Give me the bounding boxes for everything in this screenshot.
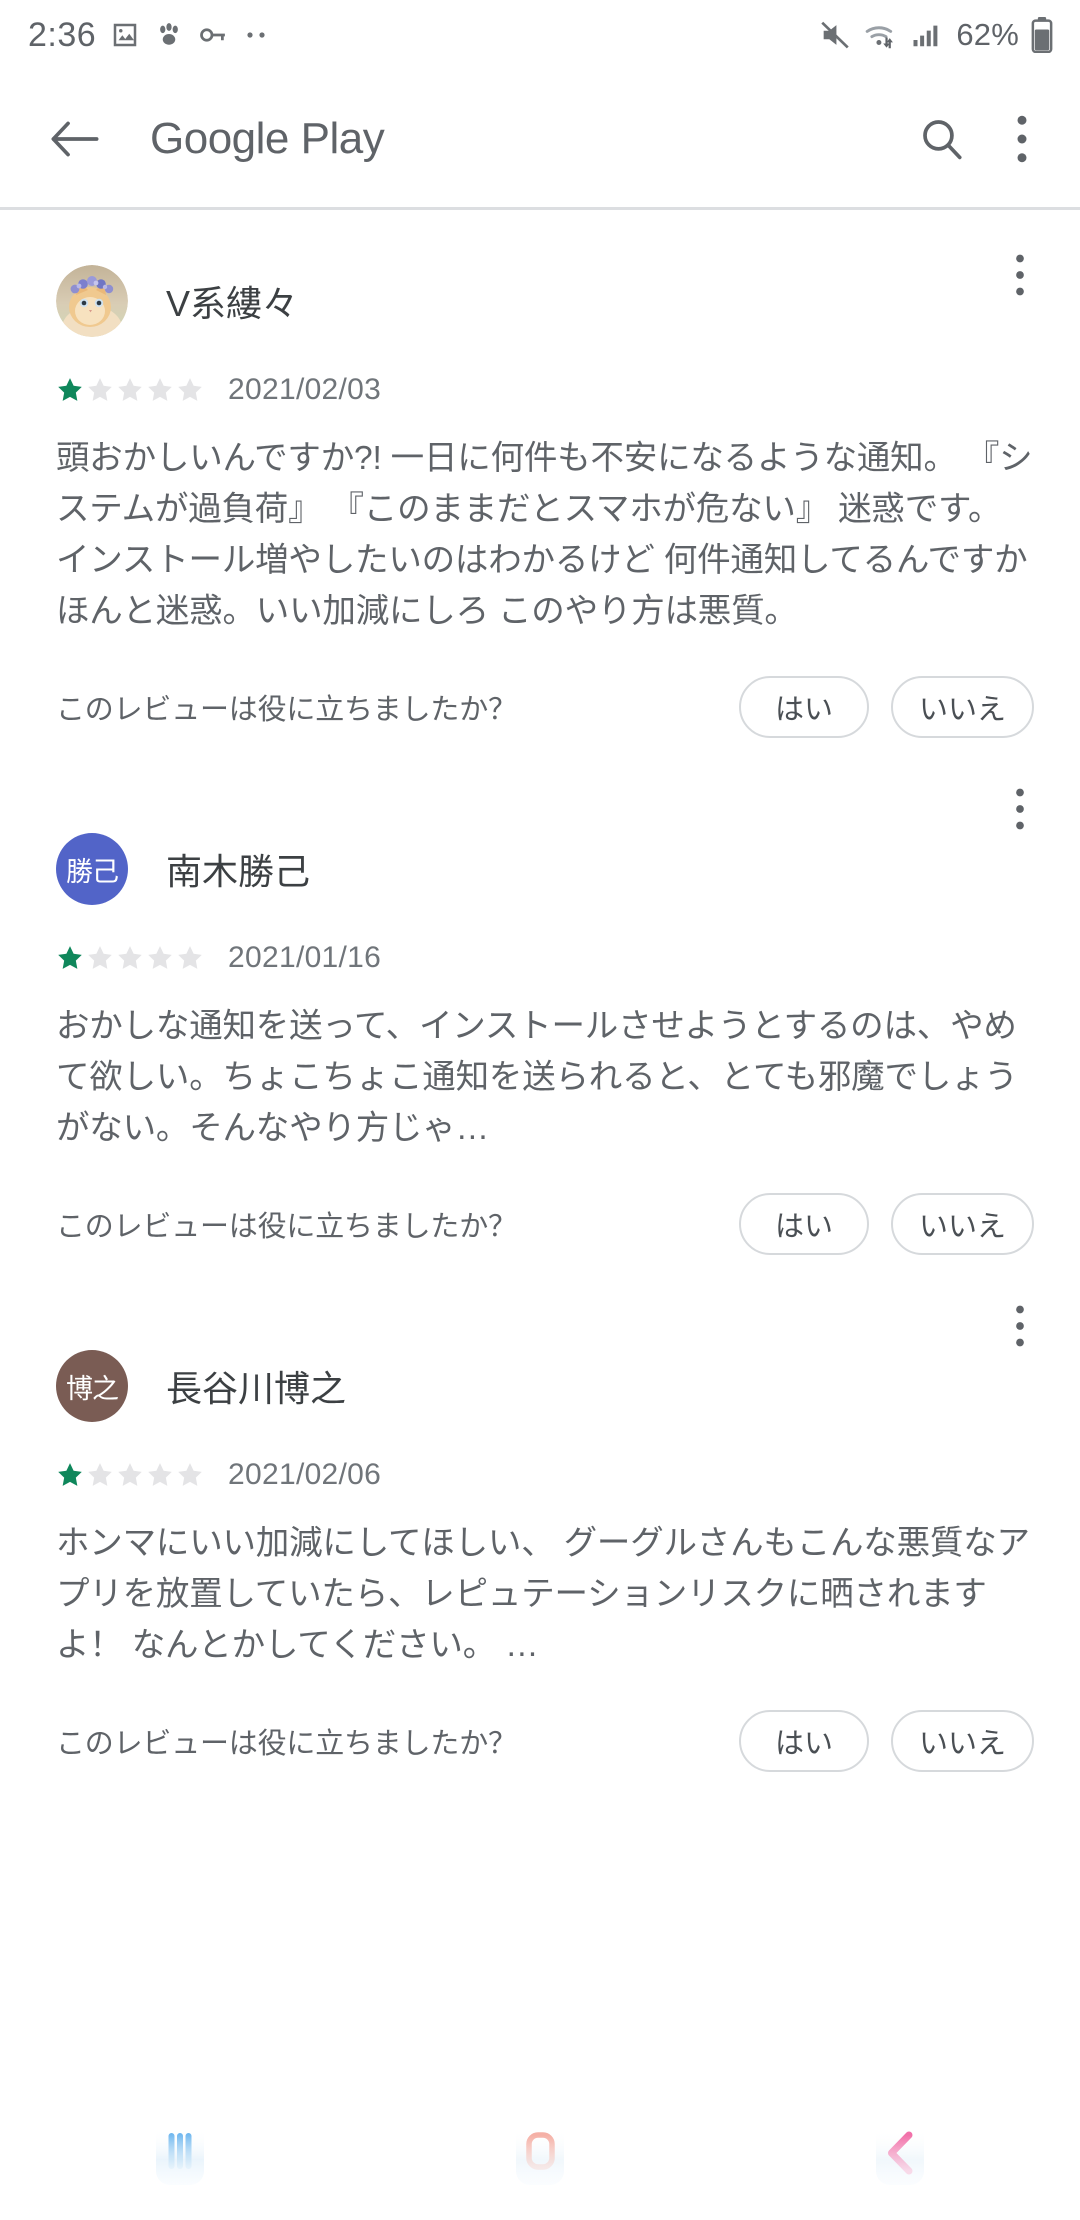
star-rating bbox=[56, 376, 204, 404]
star-filled-icon bbox=[58, 1463, 82, 1486]
star-empty-icon bbox=[88, 378, 112, 401]
review-text: 頭おかしいんですか?! 一日に何件も不安になるような通知。 『システムが過負荷』… bbox=[56, 440, 1037, 630]
status-bar: 2:36 62% bbox=[0, 0, 1080, 70]
overflow-menu-icon bbox=[1014, 787, 1026, 831]
back-arrow-icon bbox=[49, 119, 101, 159]
star-rating bbox=[56, 944, 204, 972]
review-overflow-button[interactable] bbox=[990, 1296, 1050, 1356]
review-header: 勝己 南木勝己 bbox=[28, 788, 1052, 929]
review-author: 南木勝己 bbox=[166, 851, 311, 892]
status-clock: 2:36 bbox=[28, 15, 97, 54]
review-item: V系縷々 2021/02/03 頭おかしいんですか?! 一日に何件も不安になるよ… bbox=[0, 213, 1080, 747]
mute-icon bbox=[818, 18, 852, 52]
overflow-menu-icon bbox=[1015, 114, 1029, 164]
review-meta: 2021/02/06 bbox=[28, 1446, 1052, 1504]
back-button-nav[interactable] bbox=[720, 2109, 1080, 2205]
review-date: 2021/01/16 bbox=[228, 941, 382, 974]
star-rating bbox=[56, 1461, 204, 1489]
back-button[interactable] bbox=[40, 104, 110, 174]
recents-button[interactable] bbox=[0, 2109, 360, 2205]
app-bar-overflow-button[interactable] bbox=[982, 99, 1062, 179]
review-helpful-row: このレビューは役に立ちましたか？ はい いいえ bbox=[28, 667, 1052, 747]
search-icon bbox=[919, 116, 965, 162]
star-empty-icon bbox=[88, 946, 112, 969]
helpful-no-button[interactable]: いいえ bbox=[890, 1193, 1034, 1255]
helpful-no-button[interactable]: いいえ bbox=[890, 676, 1034, 738]
battery-percent-label: 62% bbox=[956, 17, 1019, 52]
star-empty-icon bbox=[178, 1463, 202, 1486]
helpful-yes-button[interactable]: はい bbox=[738, 1193, 869, 1255]
review-overflow-button[interactable] bbox=[990, 779, 1050, 839]
helpful-question: このレビューは役に立ちましたか？ bbox=[56, 694, 517, 726]
helpful-no-button[interactable]: いいえ bbox=[890, 1710, 1034, 1772]
more-dots-icon bbox=[242, 29, 272, 41]
review-helpful-row: このレビューは役に立ちましたか？ はい いいえ bbox=[28, 1701, 1052, 1781]
star-empty-icon bbox=[178, 378, 202, 401]
review-header: V系縷々 bbox=[28, 241, 1052, 361]
review-list: V系縷々 2021/02/03 頭おかしいんですか?! 一日に何件も不安になるよ… bbox=[0, 213, 1080, 1781]
review-date: 2021/02/06 bbox=[228, 1458, 382, 1491]
avatar-cat-photo bbox=[56, 265, 128, 337]
search-button[interactable] bbox=[902, 99, 982, 179]
avatar-initials: 博之 bbox=[66, 1373, 119, 1404]
star-empty-icon bbox=[148, 1463, 172, 1486]
signal-icon bbox=[910, 20, 942, 50]
star-empty-icon bbox=[178, 946, 202, 969]
helpful-question: このレビューは役に立ちましたか？ bbox=[56, 1211, 517, 1243]
app-bar: Google Play bbox=[0, 70, 1080, 210]
status-bar-right: 62% bbox=[818, 17, 1054, 53]
review-text: おかしな通知を送って、インストールさせようとするのは、やめて欲しい。ちょこちょこ… bbox=[56, 1008, 1018, 1147]
review-text: ホンマにいい加減にしてほしい、 グーグルさんもこんな悪質なアプリを放置していたら… bbox=[56, 1525, 1030, 1664]
star-empty-icon bbox=[88, 1463, 112, 1486]
review-date: 2021/02/03 bbox=[228, 373, 382, 406]
key-icon bbox=[198, 20, 228, 50]
navigation-bar bbox=[0, 2094, 1080, 2220]
helpful-buttons: はい いいえ bbox=[738, 1193, 1034, 1255]
overflow-menu-icon bbox=[1014, 253, 1026, 297]
helpful-buttons: はい いいえ bbox=[738, 676, 1034, 738]
avatar-initials: 勝己 bbox=[66, 856, 119, 887]
star-empty-icon bbox=[118, 1463, 142, 1486]
review-item: 勝己 南木勝己 2021/01/16 おかしな通知を送って、インストールさせよう… bbox=[0, 747, 1080, 1264]
review-header: 博之 長谷川博之 bbox=[28, 1305, 1052, 1446]
back-chevron-icon bbox=[852, 2109, 948, 2205]
star-empty-icon bbox=[148, 946, 172, 969]
star-filled-icon bbox=[58, 946, 82, 969]
paw-icon bbox=[154, 20, 184, 50]
star-empty-icon bbox=[148, 378, 172, 401]
home-button[interactable] bbox=[360, 2109, 720, 2205]
home-icon bbox=[492, 2109, 588, 2205]
helpful-yes-button[interactable]: はい bbox=[738, 1710, 869, 1772]
avatar: 博之 bbox=[56, 1350, 128, 1422]
review-author: V系縷々 bbox=[166, 283, 299, 324]
star-empty-icon bbox=[118, 946, 142, 969]
wifi-icon bbox=[863, 18, 899, 52]
star-filled-icon bbox=[58, 378, 82, 401]
review-item: 博之 長谷川博之 2021/02/06 ホンマにいい加減にしてほしい、 グーグル… bbox=[0, 1264, 1080, 1781]
helpful-question: このレビューは役に立ちましたか？ bbox=[56, 1728, 517, 1760]
review-overflow-button[interactable] bbox=[990, 245, 1050, 305]
helpful-buttons: はい いいえ bbox=[738, 1710, 1034, 1772]
avatar: 勝己 bbox=[56, 833, 128, 905]
recents-icon bbox=[132, 2109, 228, 2205]
star-empty-icon bbox=[118, 378, 142, 401]
helpful-yes-button[interactable]: はい bbox=[738, 676, 869, 738]
review-author: 長谷川博之 bbox=[166, 1368, 347, 1409]
review-meta: 2021/02/03 bbox=[28, 361, 1052, 419]
avatar bbox=[56, 265, 128, 337]
review-helpful-row: このレビューは役に立ちましたか？ はい いいえ bbox=[28, 1184, 1052, 1264]
image-icon bbox=[110, 20, 140, 50]
battery-icon bbox=[1030, 17, 1054, 53]
page-title: Google Play bbox=[150, 113, 385, 163]
status-bar-left: 2:36 bbox=[28, 16, 272, 55]
overflow-menu-icon bbox=[1014, 1304, 1026, 1348]
review-meta: 2021/01/16 bbox=[28, 929, 1052, 987]
